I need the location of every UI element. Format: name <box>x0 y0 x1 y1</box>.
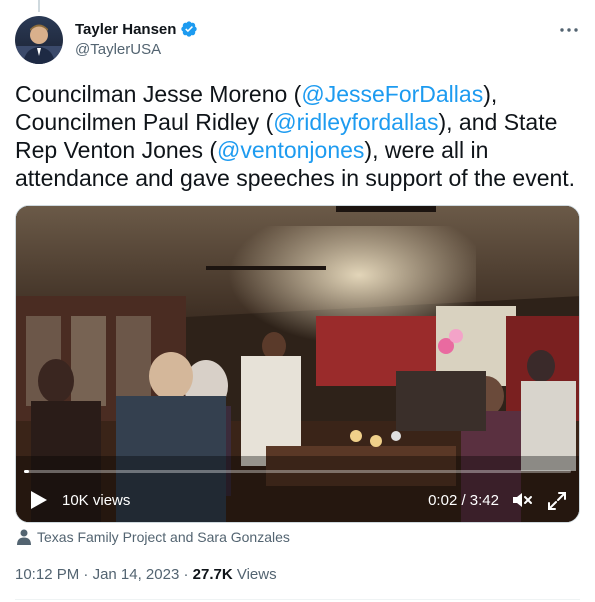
tweet-text-segment: Councilman Jesse Moreno ( <box>15 81 302 107</box>
video-frame <box>16 206 579 522</box>
video-time: 0:02 / 3:42 <box>428 492 499 509</box>
attribution-text[interactable]: Texas Family Project and Sara Gonzales <box>37 529 290 545</box>
mention-link[interactable]: @ventonjones <box>217 137 364 163</box>
avatar[interactable] <box>15 16 63 64</box>
meta-separator: · <box>83 566 89 583</box>
video-progress-fill <box>24 470 30 473</box>
person-icon <box>17 529 31 545</box>
tweet-date[interactable]: Jan 14, 2023 <box>93 566 180 583</box>
video-views: 10K views <box>62 492 131 509</box>
play-icon[interactable] <box>30 490 48 510</box>
author-name-row[interactable]: Tayler Hansen <box>75 20 198 38</box>
mention-link[interactable]: @JesseForDallas <box>301 81 483 107</box>
more-icon[interactable] <box>557 20 581 40</box>
tweet-time[interactable]: 10:12 PM <box>15 566 79 583</box>
media-attribution[interactable]: Texas Family Project and Sara Gonzales <box>17 529 290 545</box>
verified-badge-icon <box>181 21 198 37</box>
thread-line <box>38 0 40 12</box>
author-name[interactable]: Tayler Hansen <box>75 21 176 38</box>
video-progress-bar[interactable] <box>24 470 571 473</box>
views-count: 27.7K <box>192 566 233 583</box>
video-player[interactable]: 10K views 0:02 / 3:42 <box>15 205 580 523</box>
tweet-meta: 10:12 PM · Jan 14, 2023 · 27.7K Views <box>15 566 277 583</box>
tweet-text: Councilman Jesse Moreno (@JesseForDallas… <box>15 80 585 192</box>
mute-icon[interactable] <box>511 490 533 510</box>
views-label: Views <box>236 566 277 583</box>
author-handle[interactable]: @TaylerUSA <box>75 41 161 58</box>
fullscreen-icon[interactable] <box>547 491 567 511</box>
meta-separator: · <box>183 566 189 583</box>
mention-link[interactable]: @ridleyfordallas <box>273 109 438 135</box>
divider <box>15 599 580 600</box>
